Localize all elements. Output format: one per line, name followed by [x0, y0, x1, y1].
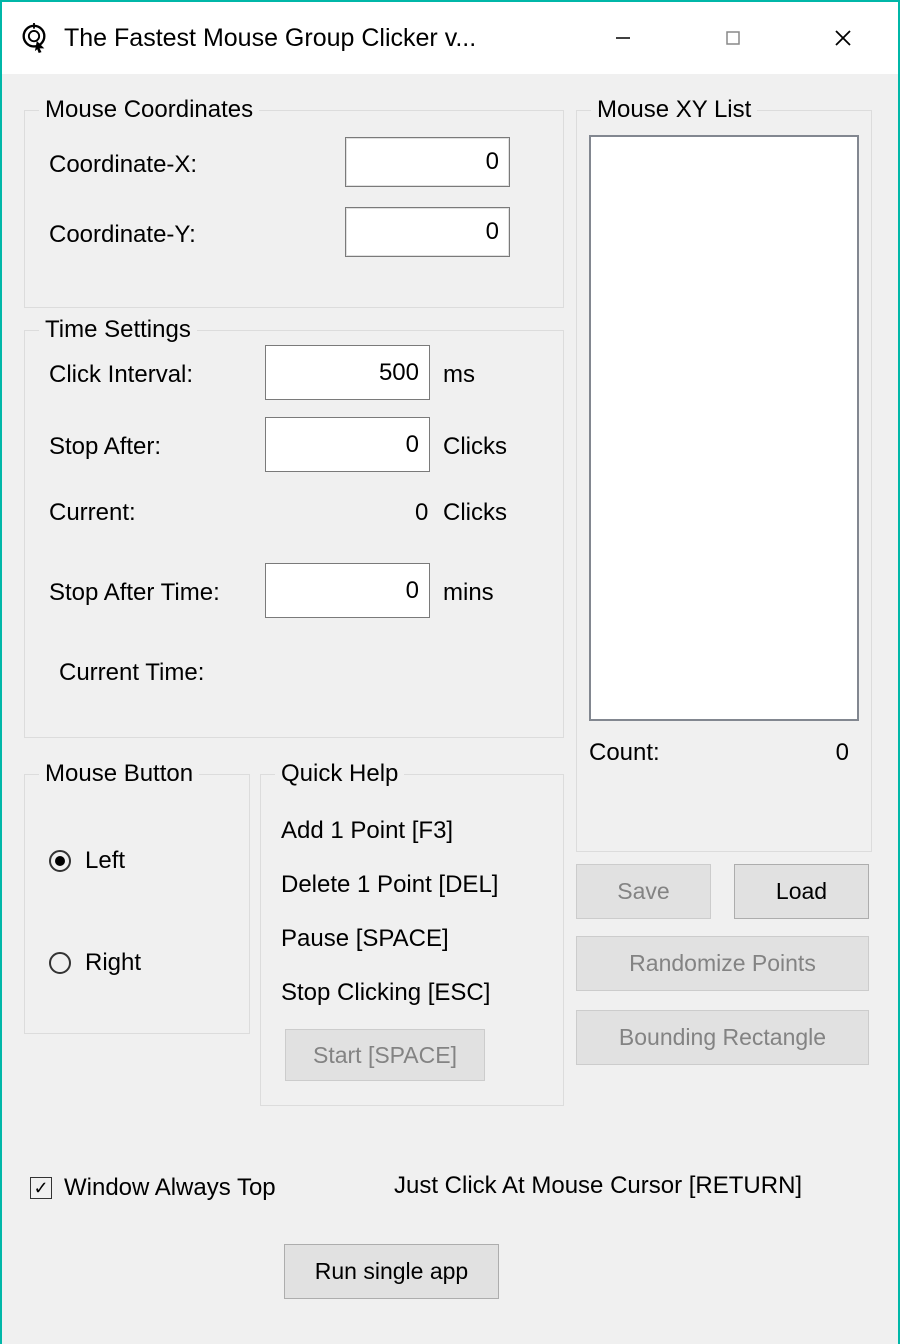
mouse-button-legend: Mouse Button [39, 760, 199, 788]
close-button[interactable] [788, 2, 898, 74]
stop-after-unit: Clicks [443, 433, 507, 461]
titlebar: The Fastest Mouse Group Clicker v... [2, 2, 898, 74]
maximize-button[interactable] [678, 2, 788, 74]
click-interval-input[interactable] [265, 345, 430, 400]
radio-left-label: Left [85, 847, 125, 875]
count-value: 0 [836, 739, 849, 767]
help-add: Add 1 Point [F3] [281, 817, 543, 845]
mouse-xy-list-legend: Mouse XY List [591, 96, 757, 124]
count-label: Count: [589, 739, 660, 767]
always-top-label: Window Always Top [64, 1174, 276, 1202]
radio-right[interactable]: Right [49, 949, 141, 977]
always-top-checkbox[interactable]: ✓ Window Always Top [30, 1174, 276, 1202]
quick-help-legend: Quick Help [275, 760, 404, 788]
stop-after-input[interactable] [265, 417, 430, 472]
radio-right-label: Right [85, 949, 141, 977]
coord-y-label: Coordinate-Y: [49, 221, 196, 249]
stop-after-time-unit: mins [443, 579, 494, 607]
run-single-app-label: Run single app [315, 1258, 468, 1285]
run-single-app-button[interactable]: Run single app [284, 1244, 499, 1299]
stop-after-time-input[interactable] [265, 563, 430, 618]
time-settings-legend: Time Settings [39, 316, 197, 344]
help-stop: Stop Clicking [ESC] [281, 979, 543, 1007]
just-click-label: Just Click At Mouse Cursor [RETURN] [394, 1172, 802, 1200]
time-settings-group: Time Settings Click Interval: ms Stop Af… [24, 330, 564, 738]
bounding-button-label: Bounding Rectangle [619, 1024, 826, 1051]
save-button-label: Save [617, 878, 669, 905]
current-value: 0 [415, 499, 428, 527]
minimize-button[interactable] [568, 2, 678, 74]
coord-x-input[interactable] [345, 137, 510, 187]
stop-after-time-label: Stop After Time: [49, 579, 220, 607]
xy-listbox[interactable] [589, 135, 859, 721]
save-button[interactable]: Save [576, 864, 711, 919]
help-pause: Pause [SPACE] [281, 925, 543, 953]
radio-right-indicator [49, 952, 71, 974]
help-delete: Delete 1 Point [DEL] [281, 871, 543, 899]
mouse-button-group: Mouse Button Left Right [24, 774, 250, 1034]
load-button-label: Load [776, 878, 827, 905]
coord-y-input[interactable] [345, 207, 510, 257]
radio-left[interactable]: Left [49, 847, 141, 875]
click-interval-unit: ms [443, 361, 475, 389]
window-title: The Fastest Mouse Group Clicker v... [64, 24, 476, 53]
app-icon [18, 22, 50, 54]
start-button-label: Start [SPACE] [313, 1042, 457, 1069]
start-button[interactable]: Start [SPACE] [285, 1029, 485, 1081]
coord-x-label: Coordinate-X: [49, 151, 197, 179]
randomize-button[interactable]: Randomize Points [576, 936, 869, 991]
stop-after-label: Stop After: [49, 433, 161, 461]
current-label: Current: [49, 499, 136, 527]
mouse-coordinates-group: Mouse Coordinates Coordinate-X: Coordina… [24, 110, 564, 308]
mouse-xy-list-group: Mouse XY List Count: 0 [576, 110, 872, 852]
radio-left-indicator [49, 850, 71, 872]
bounding-button[interactable]: Bounding Rectangle [576, 1010, 869, 1065]
quick-help-group: Quick Help Add 1 Point [F3] Delete 1 Poi… [260, 774, 564, 1106]
always-top-box: ✓ [30, 1177, 52, 1199]
click-interval-label: Click Interval: [49, 361, 193, 389]
mouse-coordinates-legend: Mouse Coordinates [39, 96, 259, 124]
current-unit: Clicks [443, 499, 507, 527]
randomize-button-label: Randomize Points [629, 950, 816, 977]
load-button[interactable]: Load [734, 864, 869, 919]
current-time-label: Current Time: [59, 659, 204, 687]
